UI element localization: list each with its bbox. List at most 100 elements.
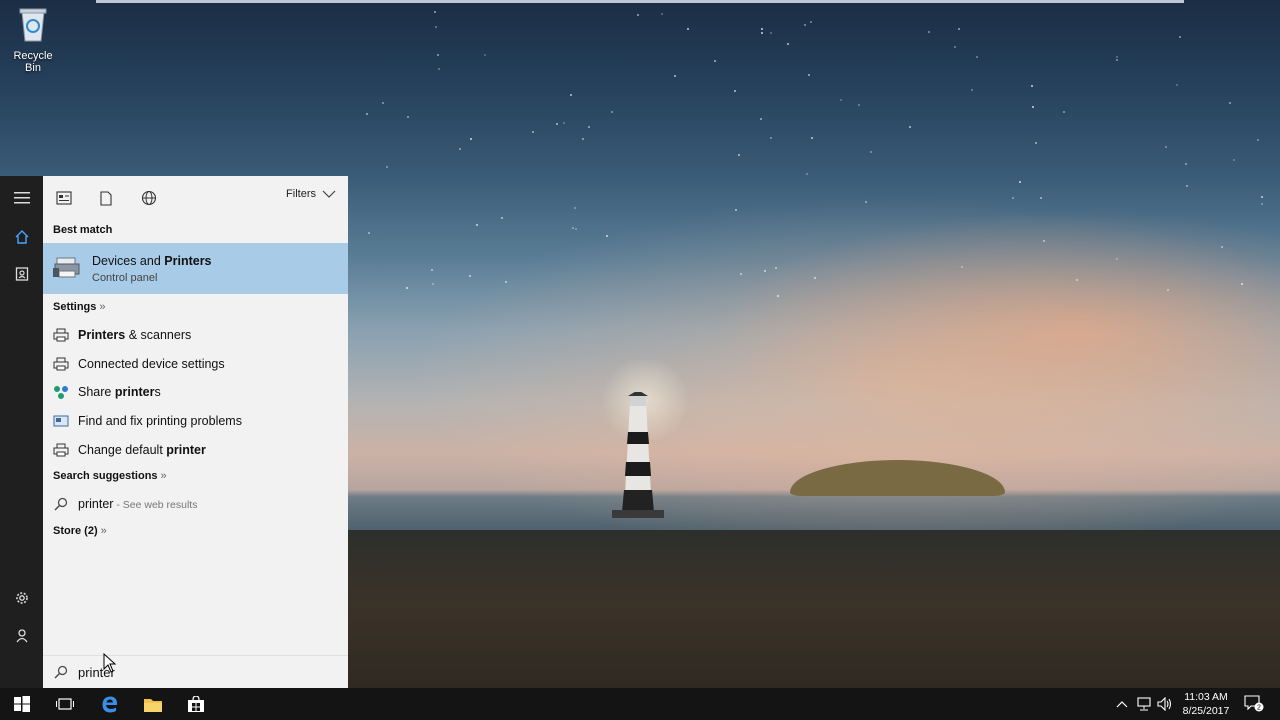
top-window-edge xyxy=(96,0,1184,3)
search-icon xyxy=(54,497,67,511)
start-button[interactable] xyxy=(0,688,43,720)
star xyxy=(975,55,978,58)
task-view-button[interactable] xyxy=(43,688,86,720)
star xyxy=(636,13,639,16)
star xyxy=(960,265,963,268)
star xyxy=(1115,58,1118,61)
home-icon xyxy=(15,230,28,244)
store-heading[interactable]: Store (2)» xyxy=(53,525,107,537)
document-icon xyxy=(100,190,112,206)
taskbar-clock[interactable]: 11:03 AM 8/25/2017 xyxy=(1172,690,1240,718)
filters-label: Filters xyxy=(286,188,316,200)
star xyxy=(1115,257,1118,260)
star xyxy=(954,45,957,48)
result-label: Share printers xyxy=(78,385,161,399)
feedback-button[interactable] xyxy=(0,617,43,655)
star xyxy=(1043,239,1046,242)
star xyxy=(571,226,574,229)
star xyxy=(555,123,558,126)
start-menu-rail xyxy=(0,176,43,688)
notebook-icon xyxy=(15,267,28,281)
star xyxy=(1256,138,1259,141)
star xyxy=(764,269,767,272)
suggestion-label: printer - See web results xyxy=(78,497,198,511)
printer-icon xyxy=(53,443,68,457)
taskbar-search-box[interactable] xyxy=(43,655,348,688)
printer-icon xyxy=(53,328,68,342)
task-view-icon xyxy=(55,698,74,710)
clock-date: 8/25/2017 xyxy=(1182,705,1230,717)
result-share-printers[interactable]: Share printers xyxy=(43,378,348,406)
star xyxy=(475,223,478,226)
result-find-fix-printing[interactable]: Find and fix printing problems xyxy=(43,407,348,435)
star xyxy=(775,266,778,269)
recycle-bin-label: Recycle Bin xyxy=(13,50,53,74)
devices-and-printers-icon xyxy=(53,257,80,278)
apps-filter-button[interactable] xyxy=(51,186,77,210)
result-label: Connected device settings xyxy=(78,357,225,371)
star xyxy=(1164,146,1167,149)
notebook-button[interactable] xyxy=(0,255,43,293)
action-center-button[interactable]: 2 xyxy=(1244,695,1264,713)
file-explorer-button[interactable] xyxy=(131,688,174,720)
result-connected-device-settings[interactable]: Connected device settings xyxy=(43,350,348,378)
star xyxy=(739,273,742,276)
troubleshoot-icon xyxy=(53,415,68,427)
best-match-title: Devices and Printers xyxy=(92,254,212,268)
globe-icon xyxy=(141,190,157,206)
star xyxy=(573,206,576,209)
documents-filter-button[interactable] xyxy=(93,186,119,210)
star xyxy=(1063,110,1066,113)
show-hidden-icons-button[interactable] xyxy=(1114,696,1130,712)
recycle-bin-icon xyxy=(19,8,47,42)
mouse-cursor xyxy=(103,653,117,673)
filters-dropdown[interactable]: Filters xyxy=(286,188,336,200)
star xyxy=(760,27,763,30)
star xyxy=(569,93,572,96)
speaker-icon xyxy=(1157,697,1172,711)
best-match-heading: Best match xyxy=(53,224,113,236)
web-filter-button[interactable] xyxy=(136,186,162,210)
notifications-icon: 2 xyxy=(1244,695,1264,712)
star xyxy=(809,20,812,23)
volume-tray-button[interactable] xyxy=(1157,696,1173,712)
settings-heading[interactable]: Settings» xyxy=(53,301,106,313)
edge-browser-button[interactable] xyxy=(88,688,131,720)
result-label: Change default printer xyxy=(78,443,206,457)
star xyxy=(381,102,384,105)
search-filter-toolbar: Filters xyxy=(43,176,348,220)
network-icon xyxy=(1137,697,1151,711)
windows-logo-icon xyxy=(13,696,30,712)
best-match-result[interactable]: Devices and Printers Control panel xyxy=(43,243,348,294)
recycle-bin[interactable]: Recycle Bin xyxy=(4,6,62,74)
star xyxy=(1034,141,1037,144)
star xyxy=(769,32,772,35)
search-results-panel: Filters Best match Devices and Printers … xyxy=(43,176,348,688)
settings-button[interactable] xyxy=(0,579,43,617)
star xyxy=(811,136,814,139)
home-button[interactable] xyxy=(0,218,43,256)
store-bag-icon xyxy=(187,696,204,712)
network-tray-button[interactable] xyxy=(1136,696,1152,712)
star xyxy=(582,137,585,140)
apps-icon xyxy=(56,191,72,205)
web-suggestion-printer[interactable]: printer - See web results xyxy=(43,490,348,518)
star xyxy=(857,104,860,107)
result-printers-scanners[interactable]: Printers & scanners xyxy=(43,321,348,349)
result-change-default-printer[interactable]: Change default printer xyxy=(43,436,348,464)
star xyxy=(807,73,810,76)
star xyxy=(927,30,930,33)
search-suggestions-heading[interactable]: Search suggestions» xyxy=(53,470,167,482)
clock-time: 11:03 AM xyxy=(1184,691,1228,703)
feedback-icon xyxy=(15,629,28,643)
taskbar: 11:03 AM 8/25/2017 2 xyxy=(0,688,1280,720)
star xyxy=(864,200,867,203)
star xyxy=(673,74,676,77)
chevron-down-icon xyxy=(322,190,336,198)
star xyxy=(532,130,535,133)
star xyxy=(367,231,370,234)
hamburger-menu-button[interactable] xyxy=(0,179,43,217)
store-button[interactable] xyxy=(174,688,217,720)
lighthouse xyxy=(612,392,664,518)
star xyxy=(908,125,911,128)
